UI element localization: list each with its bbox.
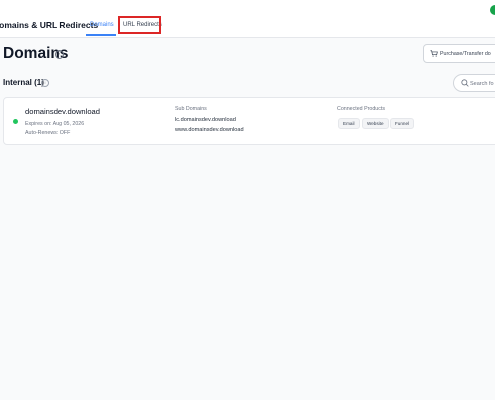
top-bar: Domains & URL Redirects Domains URL Redi… (0, 0, 495, 38)
purchase-transfer-label: Purchase/Transfer do (440, 50, 491, 57)
sub-domains-label: Sub Domains (175, 106, 207, 112)
app-title: Domains & URL Redirects (0, 20, 99, 30)
search-icon (461, 79, 469, 87)
domain-status-dot (13, 119, 18, 124)
search-box[interactable] (453, 74, 495, 92)
cart-icon (430, 50, 438, 57)
domain-card[interactable]: domainsdev.download Expires on: Aug 05, … (3, 97, 495, 145)
domain-name[interactable]: domainsdev.download (25, 107, 100, 116)
sub-domain-item: www.domainsdev.download (175, 127, 244, 133)
product-chip-email: Email (338, 118, 360, 129)
domain-auto-renew: Auto-Renews: OFF (25, 130, 71, 136)
product-chip-website: Website (362, 118, 389, 129)
product-chip-funnel: Funnel (390, 118, 415, 129)
tab-domains[interactable]: Domains (90, 22, 114, 28)
active-tab-indicator (86, 34, 116, 36)
sub-domain-item: lc.domainsdev.download (175, 117, 236, 123)
question-circle-icon[interactable]: ? (55, 50, 64, 59)
url-redirects-highlight-box (118, 16, 161, 34)
connected-products-label: Connected Products (337, 106, 385, 112)
search-input[interactable] (470, 78, 495, 89)
domain-expiry: Expires on: Aug 05, 2026 (25, 121, 85, 127)
section-title-internal: Internal (1) (3, 78, 44, 87)
purchase-transfer-button[interactable]: Purchase/Transfer do (423, 44, 495, 63)
status-indicator (490, 5, 495, 15)
info-circle-icon[interactable]: i (41, 78, 49, 87)
